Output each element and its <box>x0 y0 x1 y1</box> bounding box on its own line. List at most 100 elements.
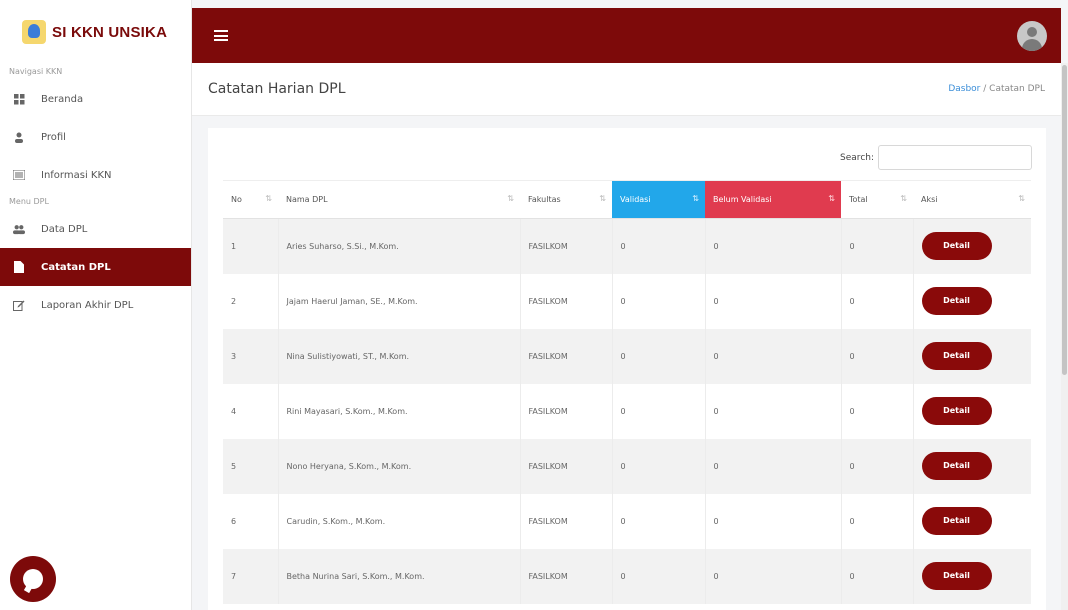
cell-total: 0 <box>840 493 913 549</box>
detail-button[interactable]: Detail <box>921 232 992 261</box>
brand-name: SI KKN UNSIKA <box>52 23 168 41</box>
user-icon <box>13 131 25 143</box>
cell-fakultas: FASILKOM <box>519 273 612 329</box>
dpl-table: No ⇅ Nama DPL ⇅ Fakultas ⇅ Validasi ⇅ Belum … <box>223 180 1031 604</box>
cell-aksi: Detail <box>912 548 1031 604</box>
sidebar-item-label: Catatan DPL <box>41 261 111 273</box>
sidebar-item-profil[interactable]: Profil <box>0 118 191 156</box>
page-header: Catatan Harian DPL Dasbor / Catatan DPL <box>192 63 1061 116</box>
column-header-total[interactable]: Total ⇅ <box>841 180 913 219</box>
cell-nama-dpl: Betha Nurina Sari, S.Kom., M.Kom. <box>277 548 520 604</box>
breadcrumb-home-link[interactable]: Dasbor <box>948 84 980 94</box>
detail-button[interactable]: Detail <box>921 452 992 480</box>
cell-total: 0 <box>840 383 913 439</box>
sidebar-item-data-dpl[interactable]: Data DPL <box>0 210 191 248</box>
cell-nama-dpl: Jajam Haerul Jaman, SE., M.Kom. <box>277 273 520 329</box>
breadcrumb: Dasbor / Catatan DPL <box>948 84 1045 94</box>
sort-icon: ⇅ <box>692 194 699 203</box>
sidebar-item-label: Informasi KKN <box>41 169 112 181</box>
sidebar-item-label: Profil <box>41 131 66 143</box>
user-avatar[interactable] <box>1017 20 1047 51</box>
column-header-no[interactable]: No ⇅ <box>223 180 278 219</box>
cell-belum-validasi: 0 <box>704 328 841 384</box>
column-header-label: Fakultas <box>528 195 561 204</box>
cell-belum-validasi: 0 <box>704 218 841 274</box>
scrollbar-thumb[interactable] <box>1062 65 1067 375</box>
grid-icon <box>13 93 25 105</box>
topbar <box>192 8 1061 63</box>
cell-aksi: Detail <box>912 328 1031 384</box>
cell-belum-validasi: 0 <box>704 438 841 494</box>
users-icon <box>13 223 25 235</box>
cell-aksi: Detail <box>912 383 1031 439</box>
cell-no: 6 <box>223 493 278 549</box>
detail-button[interactable]: Detail <box>921 562 992 590</box>
sidebar-section-navigasi: Navigasi KKN <box>9 67 63 76</box>
sidebar-section-menu-dpl: Menu DPL <box>9 197 49 206</box>
cell-nama-dpl: Carudin, S.Kom., M.Kom. <box>277 493 520 549</box>
cell-belum-validasi: 0 <box>704 493 841 549</box>
cell-total: 0 <box>840 438 913 494</box>
cell-nama-dpl: Nono Heryana, S.Kom., M.Kom. <box>277 438 520 494</box>
table-row: 2 Jajam Haerul Jaman, SE., M.Kom. FASILK… <box>223 273 1031 329</box>
cell-no: 7 <box>223 548 278 604</box>
table-row: 7 Betha Nurina Sari, S.Kom., M.Kom. FASI… <box>223 548 1031 604</box>
detail-button[interactable]: Detail <box>921 342 992 370</box>
column-header-label: Nama DPL <box>286 195 328 204</box>
cell-no: 1 <box>223 218 278 274</box>
cell-validasi: 0 <box>611 328 705 384</box>
cell-no: 4 <box>223 383 278 439</box>
column-header-nama-dpl[interactable]: Nama DPL ⇅ <box>278 180 520 219</box>
table-card: Search: No ⇅ Nama DPL ⇅ Fakultas ⇅ Validasi… <box>208 128 1046 610</box>
university-logo-icon <box>22 20 46 44</box>
chat-widget-button[interactable] <box>10 556 56 602</box>
search-input[interactable] <box>878 145 1032 170</box>
cell-nama-dpl: Aries Suharso, S.Si., M.Kom. <box>277 218 520 274</box>
cell-aksi: Detail <box>912 493 1031 549</box>
cell-validasi: 0 <box>611 218 705 274</box>
sort-icon: ⇅ <box>900 194 907 203</box>
detail-button[interactable]: Detail <box>921 397 992 425</box>
cell-fakultas: FASILKOM <box>519 328 612 384</box>
menu-toggle-icon[interactable] <box>214 30 228 41</box>
cell-belum-validasi: 0 <box>704 383 841 439</box>
column-header-belum-validasi[interactable]: Belum Validasi ⇅ <box>705 180 841 219</box>
column-header-label: Belum Validasi <box>713 195 772 204</box>
column-header-label: Validasi <box>620 195 651 204</box>
cell-fakultas: FASILKOM <box>519 548 612 604</box>
cell-fakultas: FASILKOM <box>519 383 612 439</box>
brand[interactable]: SI KKN UNSIKA <box>0 0 191 64</box>
sort-icon: ⇅ <box>599 194 606 203</box>
column-header-fakultas[interactable]: Fakultas ⇅ <box>520 180 612 219</box>
detail-button[interactable]: Detail <box>921 507 992 535</box>
cell-validasi: 0 <box>611 273 705 329</box>
cell-total: 0 <box>840 273 913 329</box>
column-header-validasi[interactable]: Validasi ⇅ <box>612 180 705 219</box>
table-header-row: No ⇅ Nama DPL ⇅ Fakultas ⇅ Validasi ⇅ Belum … <box>223 180 1031 219</box>
sidebar-item-laporan-akhir-dpl[interactable]: Laporan Akhir DPL <box>0 286 191 324</box>
cell-total: 0 <box>840 548 913 604</box>
cell-validasi: 0 <box>611 438 705 494</box>
chat-bubble-icon <box>23 569 43 589</box>
cell-no: 3 <box>223 328 278 384</box>
cell-fakultas: FASILKOM <box>519 493 612 549</box>
sidebar-item-label: Beranda <box>41 93 84 105</box>
detail-button[interactable]: Detail <box>921 287 992 315</box>
column-header-label: No <box>231 195 242 204</box>
sort-icon: ⇅ <box>265 194 272 203</box>
breadcrumb-current: Catatan DPL <box>989 84 1045 94</box>
cell-fakultas: FASILKOM <box>519 218 612 274</box>
sort-icon: ⇅ <box>1018 194 1025 203</box>
column-header-label: Total <box>849 195 868 204</box>
sidebar-item-informasi-kkn[interactable]: Informasi KKN <box>0 156 191 194</box>
list-icon <box>13 169 25 181</box>
cell-belum-validasi: 0 <box>704 273 841 329</box>
page-scrollbar[interactable] <box>1061 63 1068 610</box>
column-header-label: Aksi <box>921 195 938 204</box>
cell-fakultas: FASILKOM <box>519 438 612 494</box>
edit-icon <box>13 299 25 311</box>
cell-validasi: 0 <box>611 383 705 439</box>
column-header-aksi[interactable]: Aksi ⇅ <box>913 180 1031 219</box>
sidebar-item-catatan-dpl[interactable]: Catatan DPL <box>0 248 191 286</box>
sidebar-item-beranda[interactable]: Beranda <box>0 80 191 118</box>
